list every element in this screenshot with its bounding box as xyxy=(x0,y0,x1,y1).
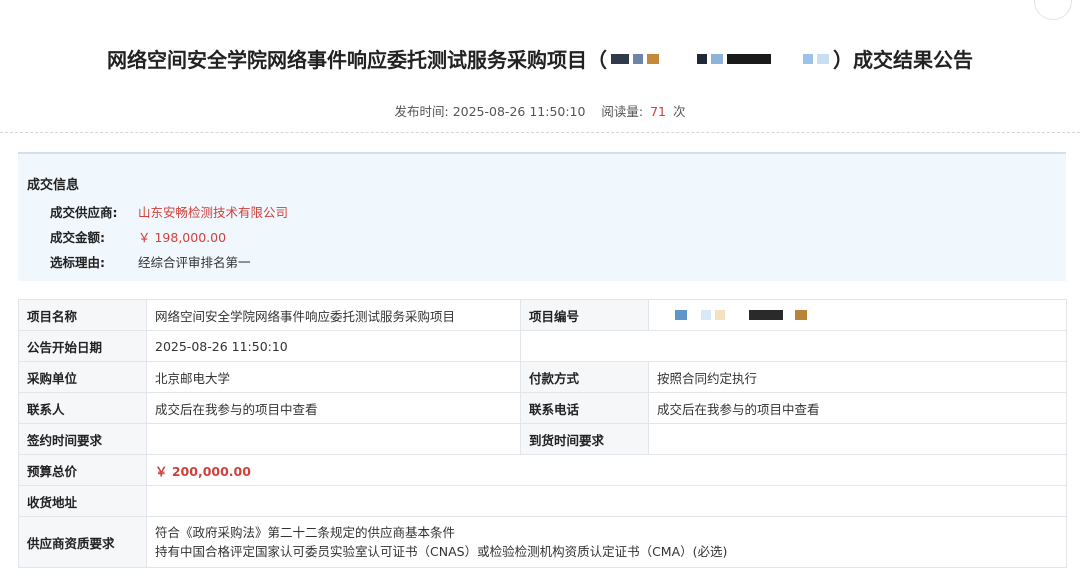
delivery-time-value xyxy=(648,423,1067,455)
page-title: 网络空间安全学院网络事件响应委托测试服务采购项目（ ）成交结果公告 xyxy=(0,44,1080,73)
deal-amount-row: 成交金额: ￥ 198,000.00 xyxy=(50,227,226,246)
table-row: 公告开始日期 2025-08-26 11:50:10 xyxy=(18,330,1067,362)
payment-label: 付款方式 xyxy=(520,361,649,393)
deal-supplier-row: 成交供应商: 山东安畅检测技术有限公司 xyxy=(50,202,288,221)
qualification-value: 符合《政府采购法》第二十二条规定的供应商基本条件 持有中国合格评定国家认可委员实… xyxy=(146,516,1067,568)
address-label: 收货地址 xyxy=(18,485,147,517)
supplier-label: 成交供应商: xyxy=(50,205,118,220)
delivery-time-label: 到货时间要求 xyxy=(520,423,649,455)
project-name-label: 项目名称 xyxy=(18,299,147,331)
reason-label: 选标理由: xyxy=(50,255,105,270)
project-info-table: 项目名称 网络空间安全学院网络事件响应委托测试服务采购项目 项目编号 公告开始日… xyxy=(18,299,1067,568)
views-unit: 次 xyxy=(672,104,686,119)
budget-label: 预算总价 xyxy=(18,454,147,486)
deal-reason-row: 选标理由: 经综合评审排名第一 xyxy=(50,252,251,271)
views-count: 71 xyxy=(650,104,666,119)
table-row: 供应商资质要求 符合《政府采购法》第二十二条规定的供应商基本条件 持有中国合格评… xyxy=(18,516,1067,568)
table-row: 预算总价 ￥ 200,000.00 xyxy=(18,454,1067,486)
project-name-value: 网络空间安全学院网络事件响应委托测试服务采购项目 xyxy=(146,299,521,331)
redacted-code xyxy=(675,309,807,320)
amount-label: 成交金额: xyxy=(50,230,105,245)
phone-label: 联系电话 xyxy=(520,392,649,424)
table-row: 采购单位 北京邮电大学 付款方式 按照合同约定执行 xyxy=(18,361,1067,393)
deal-info-panel: 成交信息 成交供应商: 山东安畅检测技术有限公司 成交金额: ￥ 198,000… xyxy=(18,152,1066,281)
qualification-label: 供应商资质要求 xyxy=(18,516,147,568)
qualification-line-2: 持有中国合格评定国家认可委员实验室认可证书（CNAS）或检验检测机构资质认定证书… xyxy=(155,544,728,559)
project-code-value xyxy=(648,299,1067,331)
sign-time-label: 签约时间要求 xyxy=(18,423,147,455)
deal-section-title: 成交信息 xyxy=(27,178,80,193)
buyer-label: 采购单位 xyxy=(18,361,147,393)
table-row: 收货地址 xyxy=(18,485,1067,517)
table-row: 签约时间要求 到货时间要求 xyxy=(18,423,1067,455)
buyer-value: 北京邮电大学 xyxy=(146,361,521,393)
publish-time: 2025-08-26 11:50:10 xyxy=(452,104,586,119)
title-prefix: 网络空间安全学院网络事件响应委托测试服务采购项目（ xyxy=(107,48,607,72)
views-label: 阅读量: xyxy=(601,104,644,119)
divider xyxy=(0,132,1080,133)
sign-time-value xyxy=(146,423,521,455)
empty-cell xyxy=(520,330,1067,362)
reason-value: 经综合评审排名第一 xyxy=(138,255,251,270)
publish-label: 发布时间: xyxy=(394,104,449,119)
table-row: 项目名称 网络空间安全学院网络事件响应委托测试服务采购项目 项目编号 xyxy=(18,299,1067,331)
start-date-value: 2025-08-26 11:50:10 xyxy=(146,330,521,362)
address-value xyxy=(146,485,1067,517)
payment-value: 按照合同约定执行 xyxy=(648,361,1067,393)
qualification-line-1: 符合《政府采购法》第二十二条规定的供应商基本条件 xyxy=(155,525,456,540)
project-code-label: 项目编号 xyxy=(520,299,649,331)
contact-value: 成交后在我参与的项目中查看 xyxy=(146,392,521,424)
amount-value: ￥ 198,000.00 xyxy=(138,230,227,245)
redacted-project-code xyxy=(611,53,829,64)
start-date-label: 公告开始日期 xyxy=(18,330,147,362)
supplier-value[interactable]: 山东安畅检测技术有限公司 xyxy=(138,202,288,221)
title-suffix: ）成交结果公告 xyxy=(833,48,973,72)
budget-value: ￥ 200,000.00 xyxy=(146,454,1067,486)
phone-value: 成交后在我参与的项目中查看 xyxy=(648,392,1067,424)
corner-round-button[interactable] xyxy=(1034,0,1072,20)
contact-label: 联系人 xyxy=(18,392,147,424)
publish-meta: 发布时间: 2025-08-26 11:50:10 阅读量: 71 次 xyxy=(0,101,1080,120)
table-row: 联系人 成交后在我参与的项目中查看 联系电话 成交后在我参与的项目中查看 xyxy=(18,392,1067,424)
